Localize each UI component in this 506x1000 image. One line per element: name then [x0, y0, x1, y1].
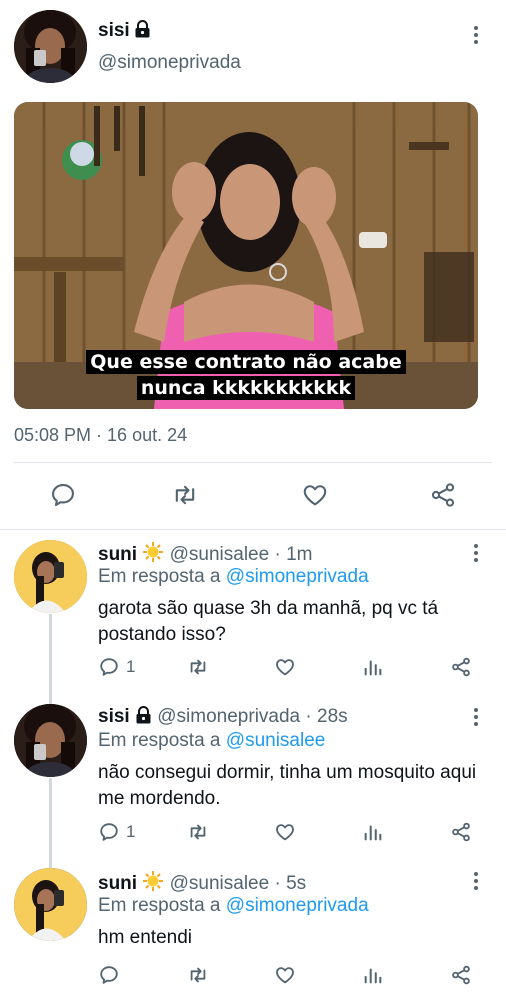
tweet-text: garota são quase 3h da manhã, pq vc tá p…	[98, 598, 439, 645]
more-vertical-icon[interactable]	[473, 872, 479, 892]
tweet-media[interactable]: Que esse contrato não acabe nunca kkkkkk…	[14, 102, 478, 409]
subtitle-text-1: Que esse contrato não acabe	[86, 350, 406, 374]
reply-icon[interactable]	[48, 480, 78, 510]
display-name[interactable]: suni	[98, 873, 137, 894]
reply-count: 1	[126, 657, 136, 676]
tweet-text: não consegui dormir, tinha um mosquito a…	[98, 762, 477, 809]
mention-link[interactable]: @sunisalee	[226, 730, 326, 751]
reply-header: sisi @simoneprivada · 28s	[98, 706, 348, 730]
tweet-text: hm entendi	[98, 927, 193, 948]
avatar[interactable]	[14, 704, 87, 777]
like-icon[interactable]	[300, 480, 330, 510]
reply-header: suni @sunisalee · 5s	[98, 870, 306, 898]
thread-line	[49, 778, 52, 868]
reply-icon[interactable]	[98, 964, 120, 986]
in-reply-prefix: Em resposta a	[98, 730, 221, 751]
in-reply-prefix: Em resposta a	[98, 566, 221, 587]
more-vertical-icon[interactable]	[473, 544, 479, 564]
reply-icon	[100, 823, 118, 841]
sun-emoji-icon	[142, 870, 164, 898]
retweet-icon[interactable]	[186, 656, 210, 678]
display-name[interactable]: suni	[98, 544, 137, 565]
share-icon[interactable]	[450, 656, 472, 678]
sun-emoji-icon	[142, 541, 164, 569]
in-reply-to: Em resposta a @simoneprivada	[98, 566, 369, 588]
lock-icon	[134, 20, 151, 44]
like-icon[interactable]	[274, 821, 296, 843]
reply-icon	[100, 658, 118, 676]
display-name-text[interactable]: sisi	[98, 20, 130, 41]
more-vertical-icon[interactable]	[473, 26, 479, 46]
reply-header: suni @sunisalee · 1m	[98, 541, 312, 569]
like-icon[interactable]	[274, 964, 296, 986]
handle[interactable]: @simoneprivada	[98, 52, 241, 74]
handle-time[interactable]: @sunisalee · 5s	[170, 873, 307, 894]
retweet-icon[interactable]	[186, 821, 210, 843]
retweet-icon[interactable]	[186, 964, 210, 986]
analytics-icon[interactable]	[362, 656, 384, 678]
subtitle-text-2: nunca kkkkkkkkkkk	[136, 376, 356, 400]
more-vertical-icon[interactable]	[473, 708, 479, 728]
share-icon[interactable]	[428, 480, 458, 510]
mention-link[interactable]: @simoneprivada	[226, 566, 369, 587]
media-subtitle-line1: Que esse contrato não acabe	[14, 350, 478, 375]
avatar[interactable]	[14, 10, 87, 83]
handle-time[interactable]: @simoneprivada · 28s	[157, 706, 347, 727]
divider	[14, 462, 492, 463]
analytics-icon[interactable]	[362, 821, 384, 843]
share-icon[interactable]	[450, 821, 472, 843]
handle-time[interactable]: @sunisalee · 1m	[170, 544, 313, 565]
media-subtitle-line2: nunca kkkkkkkkkkk	[14, 376, 478, 401]
retweet-icon[interactable]	[170, 480, 200, 510]
display-name[interactable]: sisi	[98, 20, 151, 44]
reply-button[interactable]: 1	[98, 821, 135, 843]
display-name[interactable]: sisi	[98, 706, 130, 727]
divider	[0, 529, 506, 530]
avatar[interactable]	[14, 868, 87, 941]
in-reply-prefix: Em resposta a	[98, 895, 221, 916]
like-icon[interactable]	[274, 656, 296, 678]
thread-line	[49, 614, 52, 704]
in-reply-to: Em resposta a @sunisalee	[98, 730, 325, 752]
in-reply-to: Em resposta a @simoneprivada	[98, 895, 369, 917]
reply-count: 1	[126, 822, 136, 841]
lock-icon	[135, 706, 152, 730]
reply-button[interactable]: 1	[98, 656, 135, 678]
analytics-icon[interactable]	[362, 964, 384, 986]
share-icon[interactable]	[450, 964, 472, 986]
avatar[interactable]	[14, 540, 87, 613]
main-tweet: sisi @simoneprivada Que esse contrato nã…	[0, 0, 506, 530]
tweet-timestamp[interactable]: 05:08 PM · 16 out. 24	[14, 425, 187, 446]
mention-link[interactable]: @simoneprivada	[226, 895, 369, 916]
